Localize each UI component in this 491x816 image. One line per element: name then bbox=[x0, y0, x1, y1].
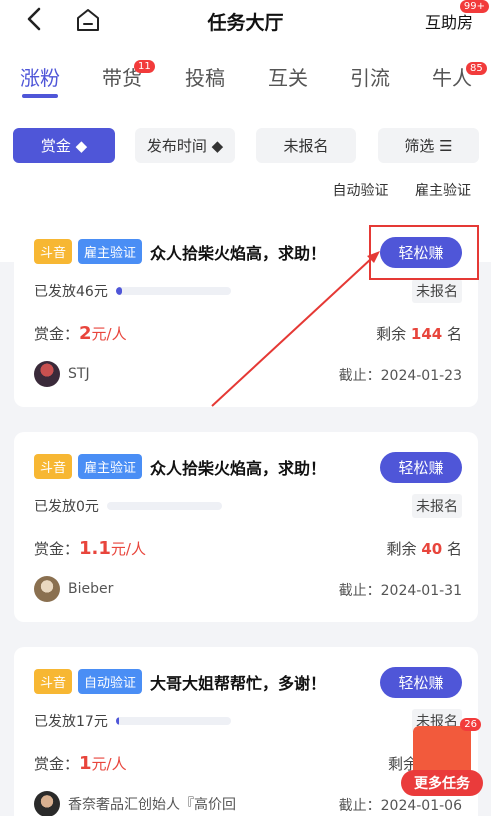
more-tasks-float[interactable]: 26 更多任务 bbox=[401, 718, 483, 798]
annotation-arrow bbox=[211, 251, 380, 407]
more-tasks-button[interactable]: 更多任务 bbox=[401, 770, 483, 796]
more-tasks-badge: 26 bbox=[460, 718, 481, 731]
